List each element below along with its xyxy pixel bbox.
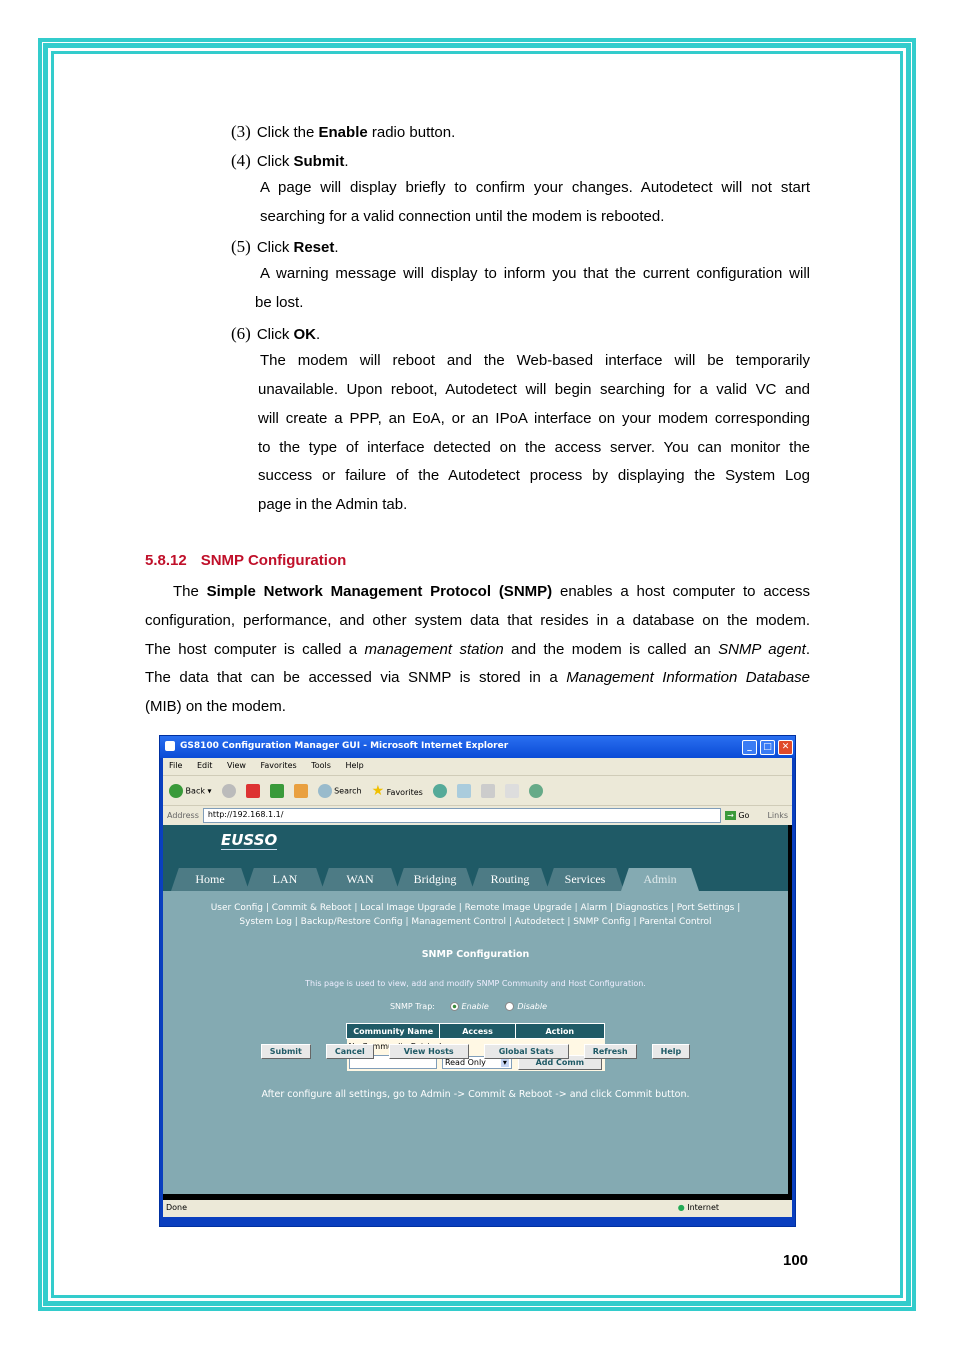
page-title: SNMP Configuration bbox=[421, 949, 530, 960]
tab-admin[interactable]: Admin bbox=[621, 868, 699, 891]
eusso-logo: EUSSO bbox=[221, 831, 278, 850]
cancel-button[interactable]: Cancel bbox=[325, 1044, 374, 1059]
global-stats-button[interactable]: Global Stats bbox=[483, 1044, 569, 1059]
intro-line-4: The data that can be accessed via SNMP i… bbox=[145, 669, 811, 686]
tab-home[interactable]: Home bbox=[171, 868, 249, 891]
minimize-button[interactable]: _ bbox=[742, 740, 757, 755]
step-6-text-6: page in the Admin tab. bbox=[258, 496, 408, 513]
enable-label: Enable bbox=[461, 1002, 489, 1011]
globe-icon: ● bbox=[677, 1203, 685, 1212]
step-6-text-3: will create a PPP, an EoA, or an IPoA in… bbox=[258, 410, 810, 427]
enable-radio[interactable] bbox=[449, 1002, 459, 1011]
maximize-button[interactable]: □ bbox=[760, 740, 775, 755]
action-buttons: Submit Cancel View Hosts Global Stats Re… bbox=[163, 1044, 788, 1059]
step-6-text-2: unavailable. Upon reboot, Autodetect wil… bbox=[258, 381, 810, 398]
step-3: (3) Click the Enable radio button. bbox=[231, 122, 456, 141]
step-4-text: A page will display briefly to confirm y… bbox=[260, 179, 810, 196]
refresh-icon[interactable] bbox=[269, 783, 284, 798]
step-6-text-1: The modem will reboot and the Web-based … bbox=[260, 352, 810, 369]
menu-view[interactable]: View bbox=[227, 761, 246, 770]
menu-tools[interactable]: Tools bbox=[311, 761, 331, 770]
intro-line-3: The host computer is called a management… bbox=[145, 641, 810, 658]
refresh-button[interactable]: Refresh bbox=[583, 1044, 637, 1059]
favorites-button[interactable]: ★ Favorites bbox=[372, 783, 423, 799]
browser-screenshot: GS8100 Configuration Manager GUI - Micro… bbox=[159, 735, 796, 1227]
tab-bridging[interactable]: Bridging bbox=[396, 868, 474, 891]
address-input[interactable]: http://192.168.1.1/ bbox=[202, 808, 722, 823]
home-icon[interactable] bbox=[293, 783, 308, 798]
submenu-links-row-1[interactable]: User Config | Commit & Reboot | Local Im… bbox=[163, 901, 788, 915]
tab-wan[interactable]: WAN bbox=[321, 868, 399, 891]
admin-submenu: User Config | Commit & Reboot | Local Im… bbox=[163, 891, 788, 929]
intro-line-1: The Simple Network Management Protocol (… bbox=[173, 583, 811, 600]
disable-radio[interactable] bbox=[505, 1002, 515, 1011]
edit-icon[interactable] bbox=[504, 783, 519, 798]
page-description: This page is used to view, add and modif… bbox=[305, 979, 646, 988]
go-button[interactable]: → Go bbox=[725, 811, 749, 820]
toolbar: Back ▾ Search ★ Favorites bbox=[163, 776, 792, 806]
menu-favorites[interactable]: Favorites bbox=[261, 761, 297, 770]
close-button[interactable]: ✕ bbox=[778, 740, 793, 755]
step-5: (5) Click Reset. bbox=[231, 237, 339, 256]
status-text: Done bbox=[166, 1203, 188, 1212]
ie-icon bbox=[165, 741, 175, 751]
router-header: EUSSO Home LAN WAN Bridging Routing Serv… bbox=[163, 825, 788, 891]
snmp-trap-label: SNMP Trap: bbox=[389, 1002, 435, 1011]
mail-icon[interactable] bbox=[456, 783, 471, 798]
tab-routing[interactable]: Routing bbox=[471, 868, 549, 891]
stop-icon[interactable] bbox=[245, 783, 260, 798]
back-icon bbox=[169, 783, 183, 798]
status-bar: Done ● Internet bbox=[163, 1200, 792, 1217]
tab-services[interactable]: Services bbox=[546, 868, 624, 891]
snmp-trap-row: SNMP Trap: Enable Disable bbox=[163, 1002, 788, 1011]
submit-button[interactable]: Submit bbox=[260, 1044, 311, 1059]
go-icon: → bbox=[725, 811, 736, 820]
address-label: Address bbox=[167, 811, 199, 820]
step-6-text-4: to the type of interface detected on the… bbox=[258, 439, 810, 456]
section-heading: 5.8.12 SNMP Configuration bbox=[145, 552, 347, 569]
header-community-name: Community Name bbox=[345, 1023, 441, 1039]
menu-help[interactable]: Help bbox=[345, 761, 363, 770]
zone-indicator: ● Internet bbox=[677, 1203, 719, 1212]
main-tabs: Home LAN WAN Bridging Routing Services A… bbox=[171, 868, 699, 891]
page-number: 100 bbox=[783, 1252, 809, 1269]
intro-line-5: (MIB) on the modem. bbox=[145, 698, 286, 715]
star-icon: ★ bbox=[371, 782, 385, 799]
menu-edit[interactable]: Edit bbox=[197, 761, 213, 770]
forward-icon[interactable] bbox=[221, 783, 236, 798]
intro-line-2: configuration, performance, and other sy… bbox=[145, 612, 810, 629]
step-4-text-2: searching for a valid connection until t… bbox=[260, 208, 665, 225]
search-button[interactable]: Search bbox=[317, 783, 362, 798]
view-hosts-button[interactable]: View Hosts bbox=[388, 1044, 469, 1059]
header-access: Access bbox=[439, 1023, 516, 1039]
step-4: (4) Click Submit. bbox=[231, 151, 349, 170]
header-action: Action bbox=[514, 1023, 606, 1039]
back-button[interactable]: Back ▾ bbox=[169, 783, 212, 798]
window-title: GS8100 Configuration Manager GUI - Micro… bbox=[180, 741, 509, 751]
commit-note: After configure all settings, go to Admi… bbox=[261, 1089, 690, 1100]
search-icon bbox=[317, 783, 332, 798]
step-5-text-2: be lost. bbox=[255, 294, 304, 311]
history-icon[interactable] bbox=[432, 783, 447, 798]
router-page: EUSSO Home LAN WAN Bridging Routing Serv… bbox=[163, 825, 792, 1200]
links-button[interactable]: Links bbox=[767, 811, 788, 820]
disable-label: Disable bbox=[517, 1002, 548, 1011]
step-5-text: A warning message will display to inform… bbox=[260, 265, 810, 282]
menu-bar: File Edit View Favorites Tools Help bbox=[163, 758, 792, 776]
submenu-links-row-2[interactable]: System Log | Backup/Restore Config | Man… bbox=[163, 915, 788, 929]
tab-lan[interactable]: LAN bbox=[246, 868, 324, 891]
print-icon[interactable] bbox=[480, 783, 495, 798]
menu-file[interactable]: File bbox=[169, 761, 182, 770]
address-bar: Address http://192.168.1.1/ → Go Links bbox=[163, 806, 792, 825]
help-button[interactable]: Help bbox=[651, 1044, 691, 1059]
step-6-text-5: success or failure of the Autodetect pro… bbox=[258, 467, 810, 484]
messenger-icon[interactable] bbox=[528, 783, 543, 798]
step-6: (6) Click OK. bbox=[231, 324, 321, 343]
title-bar: GS8100 Configuration Manager GUI - Micro… bbox=[160, 736, 795, 758]
